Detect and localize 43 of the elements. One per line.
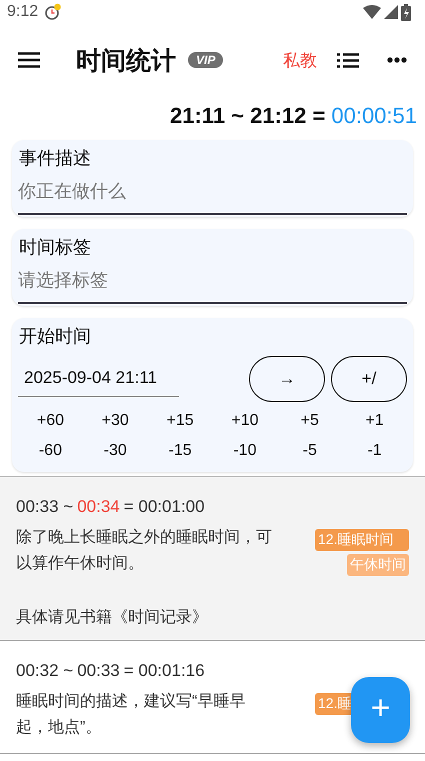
record-item[interactable]: 00:33 ~ 00:34 = 00:01:00 除了晚上长睡眠之外的睡眠时间，可以算作午休时间。 12.睡眠时间 午休时间 具体请见书籍《时间记录》 [0,477,425,641]
alarm-clock-icon [44,3,62,21]
clock-time: 9:12 [7,3,38,21]
record-note: 具体请见书籍《时间记录》 [16,608,209,628]
end-time: 00:34 [77,497,120,517]
field-label: 开始时间 [19,325,92,348]
duration-text: = 00:01:00 [124,497,205,517]
duration-text: = 00:01:16 [124,661,205,681]
adjust-button[interactable]: -10 [212,438,278,464]
adjust-button[interactable]: -30 [82,438,148,464]
vip-badge: VIP [188,52,224,68]
field-label: 事件描述 [19,147,92,170]
wifi-icon [363,5,381,19]
outline-button[interactable]: +/ [331,356,407,402]
time-range: 21:11 ~ 21:12 = [170,103,326,129]
adjust-button[interactable]: +5 [277,408,342,434]
start-time: 00:33 ~ [16,497,74,517]
field-label: 时间标签 [19,236,92,259]
signal-icon [384,5,398,19]
menu-icon[interactable] [18,52,40,68]
adjust-button[interactable]: +10 [212,408,278,434]
adjust-button[interactable]: +1 [342,408,407,434]
end-time: 00:33 [77,661,120,681]
date-field[interactable]: 2025-09-04 21:11 [18,362,179,396]
adjust-button[interactable]: -1 [342,438,407,464]
tag-label: 午休时间 [347,554,409,576]
app-title: 时间统计 [76,46,176,76]
adjust-button[interactable]: +15 [148,408,212,434]
battery-icon [401,4,411,20]
record-description: 睡眠时间的描述，建议写“早睡早起，地点”。 [16,692,246,738]
list-icon[interactable] [337,52,359,68]
elapsed-duration: 00:00:51 [331,103,417,129]
outline-button[interactable]: → [249,356,325,402]
adjust-button[interactable]: +30 [82,408,148,434]
adjust-button[interactable]: -15 [148,438,212,464]
coach-button[interactable]: 私教 [283,48,317,72]
tag-label: 12.睡眠时间 [315,529,409,551]
adjust-button[interactable]: -60 [18,438,83,464]
adjust-button[interactable]: -5 [277,438,342,464]
more-icon[interactable] [387,57,407,63]
record-description: 除了晚上长睡眠之外的睡眠时间，可以算作午休时间。 [16,528,273,574]
start-time: 00:32 ~ [16,661,74,681]
adjust-button[interactable]: +60 [18,408,83,434]
